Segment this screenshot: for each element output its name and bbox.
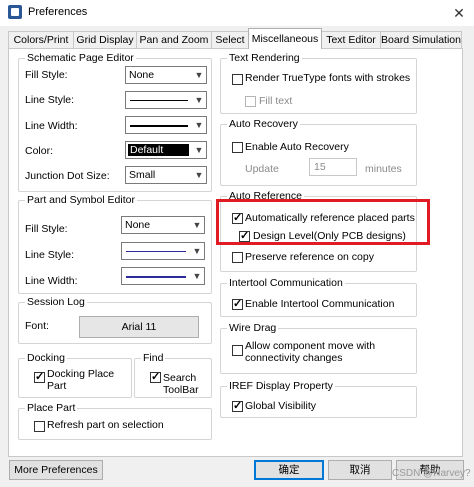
fill-style-label: Fill Style: <box>25 69 68 81</box>
group-title: Session Log <box>25 296 87 308</box>
update-interval-input[interactable]: 15 <box>309 158 357 176</box>
fill-text-checkbox[interactable] <box>245 96 256 107</box>
tab-text-editor[interactable]: Text Editor <box>321 31 381 48</box>
line-style-dropdown[interactable]: ▼ <box>125 91 207 109</box>
schematic-page-editor-group: Schematic Page Editor Fill Style: None ▼… <box>18 52 212 192</box>
docking-place-part-label: Docking Place Part <box>47 368 115 392</box>
search-toolbar-checkbox[interactable] <box>150 370 161 383</box>
line-style-label: Line Style: <box>25 249 75 261</box>
docking-place-part-checkbox[interactable] <box>34 370 45 383</box>
group-title: Docking <box>25 352 67 364</box>
allow-component-move-checkbox[interactable] <box>232 345 243 356</box>
fill-text-label: Fill text <box>259 95 293 107</box>
junction-dot-size-label: Junction Dot Size: <box>25 170 110 182</box>
intertool-communication-group: Intertool Communication Enable Intertool… <box>220 277 417 317</box>
junction-dot-size-value: Small <box>129 169 156 181</box>
ok-button[interactable]: 确定 <box>254 460 324 480</box>
line-style-sample <box>130 100 188 101</box>
global-visibility-checkbox[interactable] <box>232 399 243 412</box>
group-title: IREF Display Property <box>227 380 335 392</box>
fill-style-value: None <box>129 69 155 81</box>
place-part-group: Place Part Refresh part on selection <box>18 402 212 440</box>
tab-select[interactable]: Select <box>211 31 249 48</box>
color-dropdown[interactable]: Default ▼ <box>125 141 207 159</box>
find-group: Find Search ToolBar <box>134 352 212 398</box>
text-rendering-group: Text Rendering Render TrueType fonts wit… <box>220 52 417 114</box>
chevron-down-icon: ▼ <box>191 142 206 158</box>
docking-group: Docking Docking Place Part <box>18 352 132 398</box>
group-title: Place Part <box>25 402 78 414</box>
line-width-sample <box>130 125 188 127</box>
font-label: Font: <box>25 320 49 332</box>
group-title: Intertool Communication <box>227 277 345 289</box>
fill-style-label: Fill Style: <box>25 223 68 235</box>
iref-display-group: IREF Display Property Global Visibility <box>220 380 417 418</box>
tab-board-simulation[interactable]: Board Simulation <box>380 31 462 48</box>
tab-colors-print[interactable]: Colors/Print <box>8 31 74 48</box>
render-truetype-checkbox[interactable] <box>232 74 243 85</box>
part-fill-style-dropdown[interactable]: None ▼ <box>121 216 205 234</box>
color-value: Default <box>128 144 189 156</box>
enable-auto-recovery-checkbox[interactable] <box>232 142 243 153</box>
tab-miscellaneous[interactable]: Miscellaneous <box>248 28 322 49</box>
group-title: Part and Symbol Editor <box>25 194 137 206</box>
group-title: Text Rendering <box>227 52 302 64</box>
preserve-reference-label: Preserve reference on copy <box>245 251 374 263</box>
enable-intertool-label: Enable Intertool Communication <box>245 298 395 310</box>
tab-grid-display[interactable]: Grid Display <box>73 31 137 48</box>
window-title: Preferences <box>28 6 88 18</box>
render-truetype-label: Render TrueType fonts with strokes <box>245 72 411 84</box>
minutes-label: minutes <box>365 163 402 175</box>
tab-pan-and-zoom[interactable]: Pan and Zoom <box>136 31 212 48</box>
chevron-down-icon: ▼ <box>191 67 206 83</box>
refresh-part-checkbox[interactable] <box>34 421 45 432</box>
chevron-down-icon: ▼ <box>191 117 206 133</box>
watermark: CSDN @Harvey? <box>392 468 471 479</box>
part-line-style-dropdown[interactable]: ▼ <box>121 242 205 260</box>
refresh-part-label: Refresh part on selection <box>47 419 164 431</box>
line-width-label: Line Width: <box>25 275 78 287</box>
group-title: Auto Recovery <box>227 118 300 130</box>
group-title: Schematic Page Editor <box>25 52 136 64</box>
enable-intertool-checkbox[interactable] <box>232 297 243 310</box>
session-log-group: Session Log Font: Arial 11 <box>18 296 212 344</box>
global-visibility-label: Global Visibility <box>245 400 317 412</box>
fill-style-dropdown[interactable]: None ▼ <box>125 66 207 84</box>
part-line-style-sample <box>126 251 186 252</box>
close-button[interactable]: ✕ <box>448 4 470 22</box>
chevron-down-icon: ▼ <box>189 243 204 259</box>
chevron-down-icon: ▼ <box>191 92 206 108</box>
update-label: Update <box>245 163 279 175</box>
part-line-width-dropdown[interactable]: ▼ <box>121 267 205 285</box>
wire-drag-group: Wire Drag Allow component move with conn… <box>220 322 417 374</box>
line-style-label: Line Style: <box>25 94 75 106</box>
part-symbol-editor-group: Part and Symbol Editor Fill Style: None … <box>18 194 212 294</box>
line-width-dropdown[interactable]: ▼ <box>125 116 207 134</box>
enable-auto-recovery-label: Enable Auto Recovery <box>245 141 349 153</box>
preserve-reference-checkbox[interactable] <box>232 252 243 263</box>
chevron-down-icon: ▼ <box>191 167 206 183</box>
chevron-down-icon: ▼ <box>189 217 204 233</box>
update-interval-value: 15 <box>314 161 326 173</box>
app-icon <box>8 5 22 19</box>
part-line-width-sample <box>126 276 186 278</box>
highlight-annotation <box>216 199 430 245</box>
chevron-down-icon: ▼ <box>189 268 204 284</box>
font-button[interactable]: Arial 11 <box>79 316 199 338</box>
group-title: Wire Drag <box>227 322 279 334</box>
allow-component-move-label: Allow component move with connectivity c… <box>245 340 376 364</box>
cancel-button[interactable]: 取消 <box>328 460 392 480</box>
junction-dot-size-dropdown[interactable]: Small ▼ <box>125 166 207 184</box>
search-toolbar-label: Search ToolBar <box>163 372 199 396</box>
more-preferences-button[interactable]: More Preferences <box>9 460 103 480</box>
auto-recovery-group: Auto Recovery Enable Auto Recovery Updat… <box>220 118 417 186</box>
part-fill-style-value: None <box>125 219 151 231</box>
color-label: Color: <box>25 145 54 157</box>
group-title: Find <box>141 352 166 364</box>
line-width-label: Line Width: <box>25 120 78 132</box>
